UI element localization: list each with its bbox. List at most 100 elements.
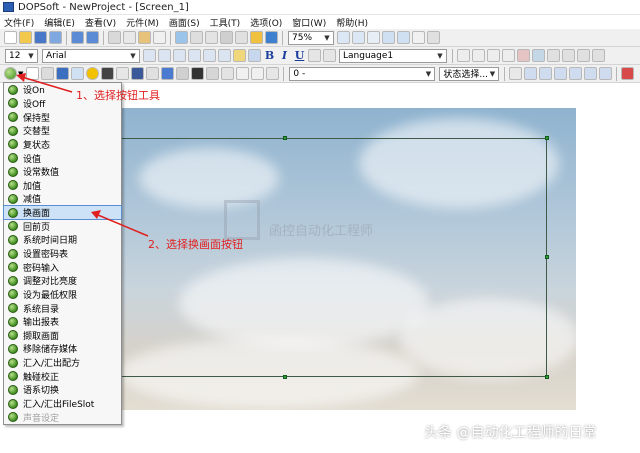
barcode-icon[interactable] (191, 67, 205, 80)
align-right-icon[interactable] (173, 49, 186, 62)
lamp-icon[interactable] (86, 67, 100, 80)
flip-icon[interactable] (577, 49, 590, 62)
numeric-display-icon[interactable] (116, 67, 130, 80)
menu-item[interactable]: 声音设定 (4, 410, 121, 424)
screen-prev-icon[interactable] (524, 67, 538, 80)
rotate-right-icon[interactable] (397, 31, 410, 44)
resize-handle[interactable] (545, 375, 549, 379)
zoom-out-icon[interactable] (352, 31, 365, 44)
new-file-icon[interactable] (4, 31, 17, 44)
sampling-icon[interactable] (251, 67, 265, 80)
menu-help[interactable]: 帮助(H) (336, 16, 368, 29)
button-tool-icon[interactable] (4, 67, 17, 80)
zoom-in-icon[interactable] (337, 31, 350, 44)
state-select[interactable]: 状态选择... ▼ (439, 66, 500, 81)
save-icon[interactable] (34, 31, 47, 44)
align-top-icon[interactable] (188, 49, 201, 62)
save-all-icon[interactable] (49, 31, 62, 44)
menu-item[interactable]: 设值 (4, 151, 121, 165)
line-style-icon[interactable] (472, 49, 485, 62)
menu-item[interactable]: 汇入/汇出配方 (4, 356, 121, 370)
resize-handle[interactable] (545, 136, 549, 140)
menu-file[interactable]: 文件(F) (4, 16, 34, 29)
menu-item[interactable]: 汇入/汇出FileSlot (4, 397, 121, 411)
menu-item[interactable]: 系统时间日期 (4, 233, 121, 247)
text-align-icon[interactable] (308, 49, 321, 62)
bold-button[interactable]: B (263, 49, 276, 62)
window-icon[interactable] (569, 67, 583, 80)
menu-window[interactable]: 窗口(W) (292, 16, 326, 29)
copy-state-icon[interactable] (509, 67, 523, 80)
arrow-style-icon[interactable] (502, 49, 515, 62)
table-icon[interactable] (266, 67, 280, 80)
group-icon[interactable] (547, 49, 560, 62)
layer-up-icon[interactable] (517, 49, 530, 62)
info-icon[interactable] (265, 31, 278, 44)
meter-icon[interactable] (26, 67, 40, 80)
align-center-icon[interactable] (158, 49, 171, 62)
truck-icon[interactable] (621, 67, 635, 80)
line-icon[interactable] (457, 49, 470, 62)
zoom-select[interactable]: 75% ▼ (288, 30, 334, 45)
paste-icon[interactable] (138, 31, 151, 44)
menu-options[interactable]: 选项(O) (250, 16, 282, 29)
download-icon[interactable] (190, 31, 203, 44)
menu-item[interactable]: 语系切换 (4, 383, 121, 397)
language-select[interactable]: Language1 ▼ (339, 48, 447, 63)
window-cascade-icon[interactable] (599, 67, 613, 80)
undo-icon[interactable] (71, 31, 84, 44)
line-width-icon[interactable] (487, 49, 500, 62)
align-middle-icon[interactable] (203, 49, 216, 62)
resize-handle[interactable] (545, 255, 549, 259)
trend-graph-icon[interactable] (161, 67, 175, 80)
fill-color-icon[interactable] (233, 49, 246, 62)
cut-icon[interactable] (108, 31, 121, 44)
character-display-icon[interactable] (131, 67, 145, 80)
picture-icon[interactable] (206, 67, 220, 80)
screen-list-icon[interactable] (554, 67, 568, 80)
chevron-down-icon[interactable]: ▼ (18, 70, 23, 78)
menu-item[interactable]: 加值 (4, 178, 121, 192)
bar-graph-icon[interactable] (41, 67, 55, 80)
menu-item[interactable]: 复状态 (4, 138, 121, 152)
menu-item[interactable]: 保持型 (4, 110, 121, 124)
grid-icon[interactable] (412, 31, 425, 44)
picture-selection[interactable] (119, 138, 547, 377)
menu-item[interactable]: 设常数值 (4, 165, 121, 179)
font-size-select[interactable]: 12 ▼ (5, 48, 38, 63)
alarm-icon[interactable] (221, 67, 235, 80)
font-color-icon[interactable] (248, 49, 261, 62)
settings-icon[interactable] (235, 31, 248, 44)
menu-item[interactable]: 设为最低权限 (4, 288, 121, 302)
menu-element[interactable]: 元件(M) (126, 16, 159, 29)
data-display-icon[interactable] (101, 67, 115, 80)
menu-view[interactable]: 查看(V) (85, 16, 116, 29)
window-tile-icon[interactable] (584, 67, 598, 80)
menu-tools[interactable]: 工具(T) (210, 16, 241, 29)
mirror-icon[interactable] (592, 49, 605, 62)
compile-icon[interactable] (175, 31, 188, 44)
pie-icon[interactable] (71, 67, 85, 80)
text-justify-icon[interactable] (323, 49, 336, 62)
menu-item[interactable]: 调整对比亮度 (4, 274, 121, 288)
underline-button[interactable]: U (293, 49, 306, 62)
copy-icon[interactable] (123, 31, 136, 44)
menu-item[interactable]: 输出报表 (4, 315, 121, 329)
menu-item[interactable]: 撷取画面 (4, 329, 121, 343)
properties-icon[interactable] (427, 31, 440, 44)
menu-screen[interactable]: 画面(S) (169, 16, 200, 29)
screen-next-icon[interactable] (539, 67, 553, 80)
redo-icon[interactable] (86, 31, 99, 44)
resize-handle[interactable] (283, 375, 287, 379)
delete-icon[interactable] (153, 31, 166, 44)
online-sim-icon[interactable] (220, 31, 233, 44)
value-select[interactable]: 0 - ▼ (289, 66, 436, 81)
open-folder-icon[interactable] (19, 31, 32, 44)
menu-item[interactable]: 减值 (4, 192, 121, 206)
menu-item[interactable]: 换画面 (3, 204, 122, 221)
menu-item[interactable]: 密码输入 (4, 260, 121, 274)
align-left-icon[interactable] (143, 49, 156, 62)
layer-down-icon[interactable] (532, 49, 545, 62)
rotate-left-icon[interactable] (382, 31, 395, 44)
simulate-icon[interactable] (205, 31, 218, 44)
